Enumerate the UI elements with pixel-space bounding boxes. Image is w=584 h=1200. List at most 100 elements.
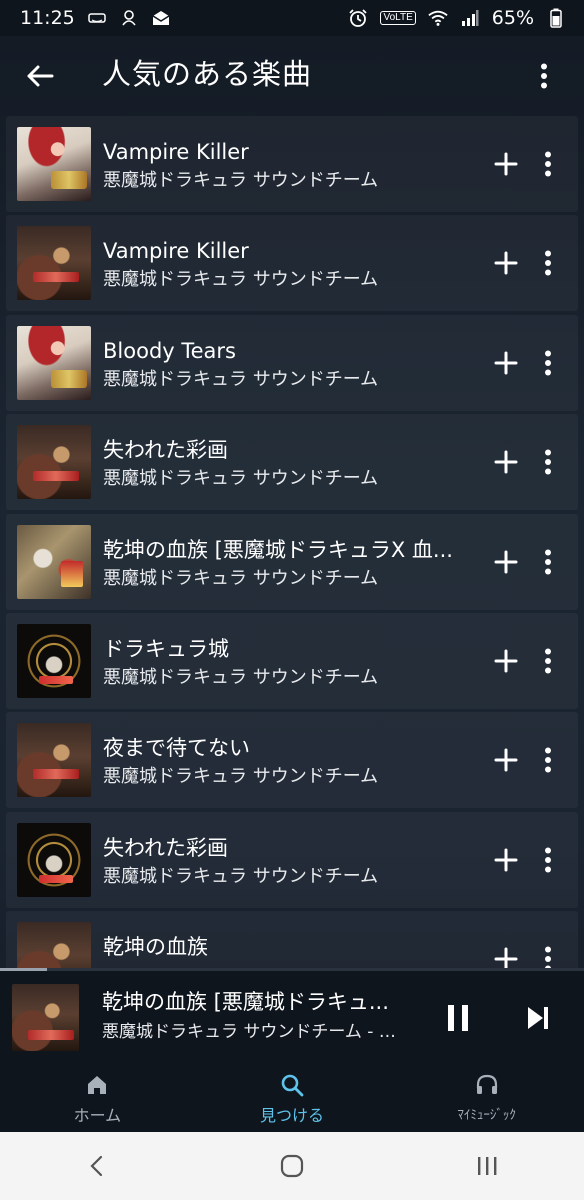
add-to-playlist-button[interactable]	[490, 943, 522, 968]
plus-icon	[494, 748, 518, 772]
track-more-button[interactable]	[534, 943, 562, 968]
track-artist: 悪魔城ドラキュラ サウンドチーム	[103, 666, 379, 688]
plus-icon	[494, 649, 518, 673]
nav-home[interactable]: ホーム	[0, 1064, 195, 1132]
album-art	[17, 524, 91, 599]
system-navigation-bar	[0, 1132, 584, 1200]
status-right: VoLTE 65%	[348, 7, 566, 29]
track-title: Vampire Killer	[103, 140, 249, 164]
more-vertical-icon	[545, 350, 551, 376]
album-art	[17, 922, 91, 968]
track-more-button[interactable]	[534, 546, 562, 578]
track-row[interactable]: 乾坤の血族 [悪魔城ドラキュラX 血... 悪魔城ドラキュラ サウンドチーム	[6, 513, 578, 610]
recents-icon	[477, 1157, 497, 1175]
plus-icon	[494, 550, 518, 574]
next-track-button[interactable]	[520, 1000, 556, 1036]
track-more-button[interactable]	[534, 744, 562, 776]
status-bar: 11:25 VoLTE 65%	[0, 0, 584, 36]
alarm-icon	[348, 8, 368, 28]
now-playing-subtitle: 悪魔城ドラキュラ サウンドチーム - 悪魔...	[102, 1022, 412, 1042]
track-title: 夜まで待てない	[103, 736, 250, 761]
signal-icon	[460, 8, 480, 28]
album-art	[17, 623, 91, 698]
track-artist: 悪魔城ドラキュラ サウンドチーム	[103, 368, 379, 390]
header-more-button[interactable]	[526, 58, 562, 94]
album-art	[17, 822, 91, 897]
track-more-button[interactable]	[534, 148, 562, 180]
mail-notification-icon	[151, 8, 171, 28]
album-art	[17, 127, 91, 201]
battery-percent: 65%	[491, 7, 534, 29]
track-more-button[interactable]	[534, 347, 562, 379]
add-to-playlist-button[interactable]	[490, 744, 522, 776]
track-row[interactable]: 乾坤の血族	[6, 911, 578, 968]
plus-icon	[494, 848, 518, 872]
page-title: 人気のある楽曲	[102, 57, 313, 91]
nav-discover[interactable]: 見つける	[195, 1064, 390, 1132]
add-to-playlist-button[interactable]	[490, 148, 522, 180]
track-more-button[interactable]	[534, 844, 562, 876]
album-art	[17, 723, 91, 798]
track-title: Bloody Tears	[103, 338, 236, 363]
amazon-notification-icon	[87, 8, 107, 28]
track-title: 失われた彩画	[103, 835, 228, 860]
track-row[interactable]: 失われた彩画 悪魔城ドラキュラ サウンドチーム	[6, 414, 578, 511]
volte-icon: VoLTE	[380, 11, 416, 25]
status-left: 11:25	[20, 7, 171, 29]
track-more-button[interactable]	[534, 645, 562, 677]
now-playing-album-art	[12, 984, 79, 1051]
nav-home-label: ホーム	[73, 1106, 122, 1125]
plus-icon	[494, 351, 518, 375]
album-art	[17, 226, 91, 301]
pause-icon	[448, 1005, 468, 1031]
track-artist: 悪魔城ドラキュラ サウンドチーム	[103, 468, 379, 490]
back-button[interactable]	[22, 58, 58, 94]
now-playing-bar[interactable]: 乾坤の血族 [悪魔城ドラキュ... 悪魔城ドラキュラ サウンドチーム - 悪魔.…	[0, 968, 584, 1064]
more-vertical-icon	[545, 449, 551, 475]
track-list[interactable]: Vampire Killer 悪魔城ドラキュラ サウンドチーム Vampire Ki…	[6, 116, 578, 968]
app-notification-icon	[119, 8, 139, 28]
track-title: 乾坤の血族 [悪魔城ドラキュラX 血...	[103, 537, 453, 562]
album-art	[17, 325, 91, 400]
track-artist: 悪魔城ドラキュラ サウンドチーム	[103, 567, 379, 589]
track-row[interactable]: 失われた彩画悪魔城ドラキュラ サウンドチーム	[6, 811, 578, 908]
track-row[interactable]: Bloody Tears 悪魔城ドラキュラ サウンドチーム	[6, 314, 578, 411]
more-vertical-icon	[545, 250, 551, 276]
plus-icon	[494, 947, 518, 968]
headphones-icon	[474, 1072, 500, 1098]
pause-button[interactable]	[440, 1000, 476, 1036]
more-vertical-icon	[545, 549, 551, 575]
track-more-button[interactable]	[534, 247, 562, 279]
add-to-playlist-button[interactable]	[490, 645, 522, 677]
add-to-playlist-button[interactable]	[490, 546, 522, 578]
playback-progress[interactable]	[0, 968, 584, 971]
album-art	[17, 425, 91, 500]
plus-icon	[494, 450, 518, 474]
more-vertical-icon	[545, 847, 551, 873]
track-row[interactable]: 夜まで待てない悪魔城ドラキュラ サウンドチーム	[6, 712, 578, 809]
track-row[interactable]: Vampire Killer 悪魔城ドラキュラ サウンドチーム	[6, 116, 578, 212]
chevron-left-icon	[90, 1155, 103, 1177]
nav-my-music-label: ﾏｲﾐｭｰｼﾞｯｸ	[457, 1108, 516, 1123]
more-vertical-icon	[545, 946, 551, 968]
search-icon	[279, 1072, 305, 1098]
track-row[interactable]: Vampire Killer 悪魔城ドラキュラ サウンドチーム	[6, 215, 578, 312]
track-artist: 悪魔城ドラキュラ サウンドチーム	[103, 865, 379, 887]
add-to-playlist-button[interactable]	[490, 844, 522, 876]
track-more-button[interactable]	[534, 446, 562, 478]
system-back-button[interactable]	[67, 1144, 127, 1188]
skip-next-icon	[528, 1007, 548, 1029]
track-artist: 悪魔城ドラキュラ サウンドチーム	[103, 766, 379, 788]
battery-icon	[546, 8, 566, 28]
nav-my-music[interactable]: ﾏｲﾐｭｰｼﾞｯｸ	[389, 1064, 584, 1132]
add-to-playlist-button[interactable]	[490, 446, 522, 478]
track-row[interactable]: ドラキュラ城 悪魔城ドラキュラ サウンドチーム	[6, 612, 578, 709]
track-title: Vampire Killer	[103, 239, 249, 264]
back-arrow-icon	[27, 65, 54, 87]
add-to-playlist-button[interactable]	[490, 247, 522, 279]
system-recents-button[interactable]	[457, 1144, 517, 1188]
system-home-button[interactable]	[262, 1144, 322, 1188]
status-time: 11:25	[20, 7, 75, 29]
add-to-playlist-button[interactable]	[490, 347, 522, 379]
more-vertical-icon	[545, 151, 551, 177]
